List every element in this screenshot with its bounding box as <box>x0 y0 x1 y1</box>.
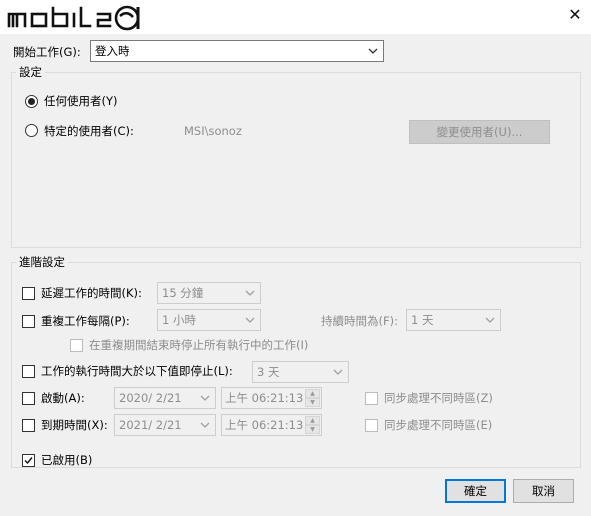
enabled-checkbox[interactable] <box>22 454 35 467</box>
any-user-label: 任何使用者(Y) <box>44 94 118 108</box>
chevron-down-icon <box>333 369 343 375</box>
stop-all-checkbox[interactable] <box>70 339 83 352</box>
activate-time-stepper[interactable]: 上午 06:21:13 ▲ ▼ <box>221 387 322 409</box>
activate-sync-label: 同步處理不同時區(Z) <box>384 391 493 405</box>
repeat-interval-value: 1 小時 <box>162 313 196 327</box>
expire-label: 到期時間(X): <box>41 418 108 432</box>
enabled-label: 已啟用(B) <box>41 453 93 467</box>
activate-label: 啟動(A): <box>41 391 85 405</box>
activate-checkbox[interactable] <box>22 392 35 405</box>
delay-dropdown[interactable]: 15 分鐘 <box>157 282 261 304</box>
chevron-down-icon <box>485 317 495 323</box>
chevron-down-icon <box>245 290 255 296</box>
spin-down-icon[interactable]: ▼ <box>305 425 320 434</box>
activate-time-value: 上午 06:21:13 <box>225 391 304 405</box>
activate-date-picker[interactable]: 2020/ 2/21 <box>114 387 216 409</box>
title-bar: ✕ <box>0 0 591 34</box>
settings-legend: 設定 <box>16 65 45 79</box>
spin-up-icon[interactable]: ▲ <box>305 416 320 425</box>
user-value: MSI\sonoz <box>184 124 242 138</box>
duration-dropdown[interactable]: 1 天 <box>406 309 501 331</box>
ok-button[interactable]: 確定 <box>445 479 506 503</box>
cancel-button[interactable]: 取消 <box>513 479 574 503</box>
stop-all-label: 在重複期間結束時停止所有執行中的工作(I) <box>89 338 309 352</box>
chevron-down-icon <box>245 317 255 323</box>
expire-date-value: 2021/ 2/21 <box>119 418 182 432</box>
duration-value: 1 天 <box>411 313 434 327</box>
delay-value: 15 分鐘 <box>162 286 204 300</box>
activate-sync-checkbox[interactable] <box>365 392 378 405</box>
delay-checkbox[interactable] <box>22 287 35 300</box>
change-user-button[interactable]: 變更使用者(U)... <box>409 120 550 144</box>
stop-if-dropdown[interactable]: 3 天 <box>252 361 349 383</box>
advanced-legend: 進階設定 <box>16 255 68 269</box>
chevron-down-icon <box>200 422 210 428</box>
spin-down-icon[interactable]: ▼ <box>305 398 320 407</box>
delay-label: 延遲工作的時間(K): <box>41 286 142 300</box>
checkmark-icon <box>24 457 33 465</box>
repeat-interval-dropdown[interactable]: 1 小時 <box>157 309 261 331</box>
specific-user-label: 特定的使用者(C): <box>44 124 134 138</box>
spin-arrows[interactable]: ▲ ▼ <box>305 389 320 407</box>
specific-user-radio[interactable] <box>25 124 38 137</box>
stop-if-value: 3 天 <box>257 365 280 379</box>
stop-if-checkbox[interactable] <box>22 365 35 378</box>
activate-date-value: 2020/ 2/21 <box>119 391 182 405</box>
chevron-down-icon <box>368 48 378 54</box>
chevron-down-icon <box>200 395 210 401</box>
stop-if-label: 工作的執行時間大於以下值即停止(L): <box>41 364 233 378</box>
start-task-value: 登入時 <box>95 44 130 58</box>
expire-time-value: 上午 06:21:13 <box>225 418 304 432</box>
spin-arrows[interactable]: ▲ ▼ <box>305 416 320 434</box>
expire-checkbox[interactable] <box>22 419 35 432</box>
repeat-checkbox[interactable] <box>22 315 35 328</box>
mobile01-logo <box>6 4 146 32</box>
expire-sync-checkbox[interactable] <box>365 419 378 432</box>
close-icon[interactable]: ✕ <box>566 6 584 24</box>
expire-date-picker[interactable]: 2021/ 2/21 <box>114 414 216 436</box>
start-task-dropdown[interactable]: 登入時 <box>90 40 384 62</box>
repeat-label: 重複工作每隔(P): <box>41 314 130 328</box>
expire-time-stepper[interactable]: 上午 06:21:13 ▲ ▼ <box>221 414 322 436</box>
any-user-radio[interactable] <box>25 95 38 108</box>
spin-up-icon[interactable]: ▲ <box>305 389 320 398</box>
expire-sync-label: 同步處理不同時區(E) <box>384 418 493 432</box>
duration-label: 持續時間為(F): <box>321 314 398 328</box>
start-task-label: 開始工作(G): <box>13 45 81 59</box>
